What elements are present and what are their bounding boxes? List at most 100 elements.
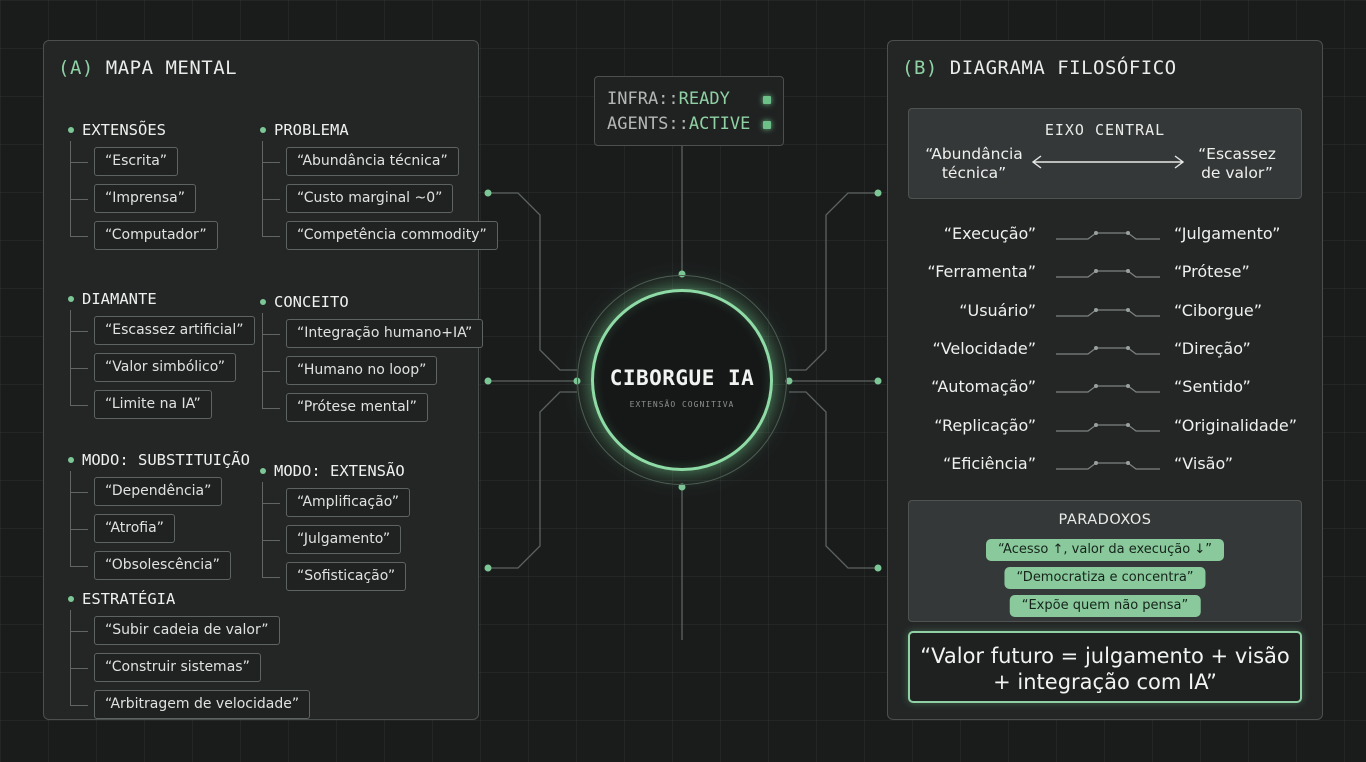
pair-left-label: “Velocidade” <box>932 338 1036 358</box>
item-label: “Escrita” <box>94 147 179 176</box>
group-items: “Escassez artificial” “Valor simbólico” “L… <box>70 310 255 419</box>
item-label: “Atrofia” <box>94 514 175 543</box>
pair-left-label: “Automação” <box>931 377 1036 397</box>
concept-pair: “Automação” “Sentido” <box>888 377 1324 401</box>
mind-map-item: “Humano no loop” <box>261 356 483 385</box>
item-label: “Dependência” <box>94 477 223 506</box>
paradox-pill: “Expõe quem não pensa” <box>1009 595 1201 617</box>
group-items: “Dependência” “Atrofia” “Obsolescência” <box>70 471 250 580</box>
item-label: “Limite na IA” <box>94 390 212 419</box>
item-label: “Construir sistemas” <box>94 653 261 682</box>
status-row-agents: AGENTS::ACTIVE <box>607 112 771 137</box>
group-heading: MODO: SUBSTITUIÇÃO <box>68 451 250 469</box>
mind-map-item: “Prótese mental” <box>261 393 483 422</box>
concept-pair: “Execução” “Julgamento” <box>888 224 1324 248</box>
core-subtitle: EXTENSÃO COGNITIVA <box>629 400 735 409</box>
item-label: “Integração humano+IA” <box>286 319 484 348</box>
pair-connector-icon <box>1056 384 1160 393</box>
status-led-icon <box>763 121 771 129</box>
group-heading: DIAMANTE <box>68 290 255 308</box>
group-items: “Subir cadeia de valor” “Construir sistem… <box>69 610 311 719</box>
panel-b-heading: DIAGRAMA FILOSÓFICO <box>949 57 1177 79</box>
mind-map-item: “Amplificação” <box>261 488 411 517</box>
status-value: ACTIVE <box>688 114 751 134</box>
axis-left-label: “Abundância técnica” <box>925 145 1023 182</box>
concept-pair: “Velocidade” “Direção” <box>888 339 1324 363</box>
mind-map-group: EXTENSÕES “Escrita” “Imprensa” “Computador” <box>68 121 218 258</box>
pair-right-label: “Visão” <box>1174 453 1233 473</box>
group-heading: PROBLEMA <box>260 121 498 139</box>
item-label: “Subir cadeia de valor” <box>94 616 280 645</box>
pair-left-label: “Ferramenta” <box>927 262 1036 282</box>
paradox-pill: “Acesso ↑, valor da execução ↓” <box>986 539 1224 561</box>
status-box: INFRA::READY AGENTS::ACTIVE <box>594 76 784 146</box>
group-heading: ESTRATÉGIA <box>68 590 310 608</box>
mind-map-item: “Computador” <box>70 221 218 250</box>
item-label: “Computador” <box>94 221 218 250</box>
mind-map-group: PROBLEMA “Abundância técnica” “Custo margi… <box>260 121 498 258</box>
mind-map-item: “Limite na IA” <box>70 390 255 419</box>
core-node: CIBORGUE IA EXTENSÃO COGNITIVA <box>591 289 773 471</box>
group-items: “Abundância técnica” “Custo marginal ~0” “… <box>262 141 498 250</box>
mind-map-item: “Escrita” <box>70 147 218 176</box>
mind-map-group: ESTRATÉGIA “Subir cadeia de valor” “Constr… <box>68 590 311 727</box>
paradoxes-title: PARADOXOS <box>1058 512 1152 528</box>
item-label: “Abundância técnica” <box>286 147 459 176</box>
core-title: CIBORGUE IA <box>609 366 755 390</box>
pair-right-label: “Direção” <box>1174 338 1251 358</box>
pair-left-label: “Eficiência” <box>942 453 1036 473</box>
paradox-pill: “Democratiza e concentra” <box>1004 567 1206 589</box>
item-label: “Humano no loop” <box>286 356 438 385</box>
mind-map-item: “Sofisticação” <box>261 562 410 591</box>
final-equation: “Valor futuro = julgamento + visão + int… <box>920 644 1290 694</box>
double-arrow-icon <box>1031 155 1185 169</box>
status-value: READY <box>678 89 730 109</box>
pair-right-label: “Prótese” <box>1174 262 1250 282</box>
panel-b-title: (B) DIAGRAMA FILOSÓFICO <box>902 57 1177 79</box>
axis-title: EIXO CENTRAL <box>1044 121 1166 139</box>
mind-map-item: “Competência commodity” <box>262 221 498 250</box>
pair-connector-icon <box>1056 269 1160 278</box>
group-heading: EXTENSÕES <box>68 121 218 139</box>
mind-map-panel: (A) MAPA MENTAL EXTENSÕES “Escrita” “Impre… <box>43 40 498 720</box>
item-label: “Imprensa” <box>94 184 196 213</box>
status-led-icon <box>763 96 771 104</box>
panel-b-tag: (B) <box>902 57 938 79</box>
mind-map-item: “Subir cadeia de valor” <box>69 616 310 645</box>
pair-connector-icon <box>1056 307 1160 317</box>
group-heading: CONCEITO <box>260 293 483 311</box>
panel-a-title: (A) MAPA MENTAL <box>58 57 237 79</box>
item-label: “Valor simbólico” <box>94 353 237 382</box>
group-items: “Integração humano+IA” “Humano no loop” “P… <box>261 313 484 422</box>
mind-map-item: “Construir sistemas” <box>69 653 310 682</box>
mind-map-group: CONCEITO “Integração humano+IA” “Humano no… <box>260 293 484 430</box>
pair-left-label: “Execução” <box>943 224 1036 243</box>
item-label: “Amplificação” <box>286 488 411 517</box>
status-row-infra: INFRA::READY <box>607 87 771 112</box>
item-label: “Custo marginal ~0” <box>286 184 454 213</box>
mind-map-item: “Integração humano+IA” <box>261 319 484 348</box>
mind-map-item: “Abundância técnica” <box>262 147 498 176</box>
philosophy-diagram-panel: (B) DIAGRAMA FILOSÓFICO EIXO CENTRAL “Ab… <box>887 40 1323 720</box>
pair-connector-icon <box>1056 422 1160 432</box>
item-label: “Competência commodity” <box>286 221 498 250</box>
mind-map-group: MODO: SUBSTITUIÇÃO “Dependência” “Atrofia”… <box>68 451 250 588</box>
item-label: “Sofisticação” <box>286 562 407 591</box>
panel-a-tag: (A) <box>58 57 94 79</box>
status-key: INFRA:: <box>607 89 679 109</box>
pair-right-label: “Julgamento” <box>1174 224 1281 243</box>
item-label: “Julgamento” <box>286 525 402 554</box>
concept-pair: “Usuário” “Ciborgue” <box>888 301 1324 325</box>
final-equation-box: “Valor futuro = julgamento + visão + int… <box>908 631 1302 703</box>
item-label: “Obsolescência” <box>94 551 231 580</box>
mind-map-item: “Arbitragem de velocidade” <box>69 690 311 719</box>
mind-map-item: “Julgamento” <box>261 525 410 554</box>
paradoxes-box: PARADOXOS “Acesso ↑, valor da execução ↓… <box>908 500 1302 622</box>
mind-map-group: MODO: EXTENSÃO “Amplificação” “Julgamento”… <box>260 462 411 599</box>
mind-map-item: “Valor simbólico” <box>70 353 255 382</box>
axis-right-label: “Escassez de valor” <box>1198 145 1276 182</box>
concept-pair: “Replicação” “Originalidade” <box>888 416 1324 440</box>
pair-left-label: “Usuário” <box>959 300 1036 320</box>
mind-map-item: “Escassez artificial” <box>70 316 255 345</box>
pair-right-label: “Ciborgue” <box>1174 300 1263 320</box>
